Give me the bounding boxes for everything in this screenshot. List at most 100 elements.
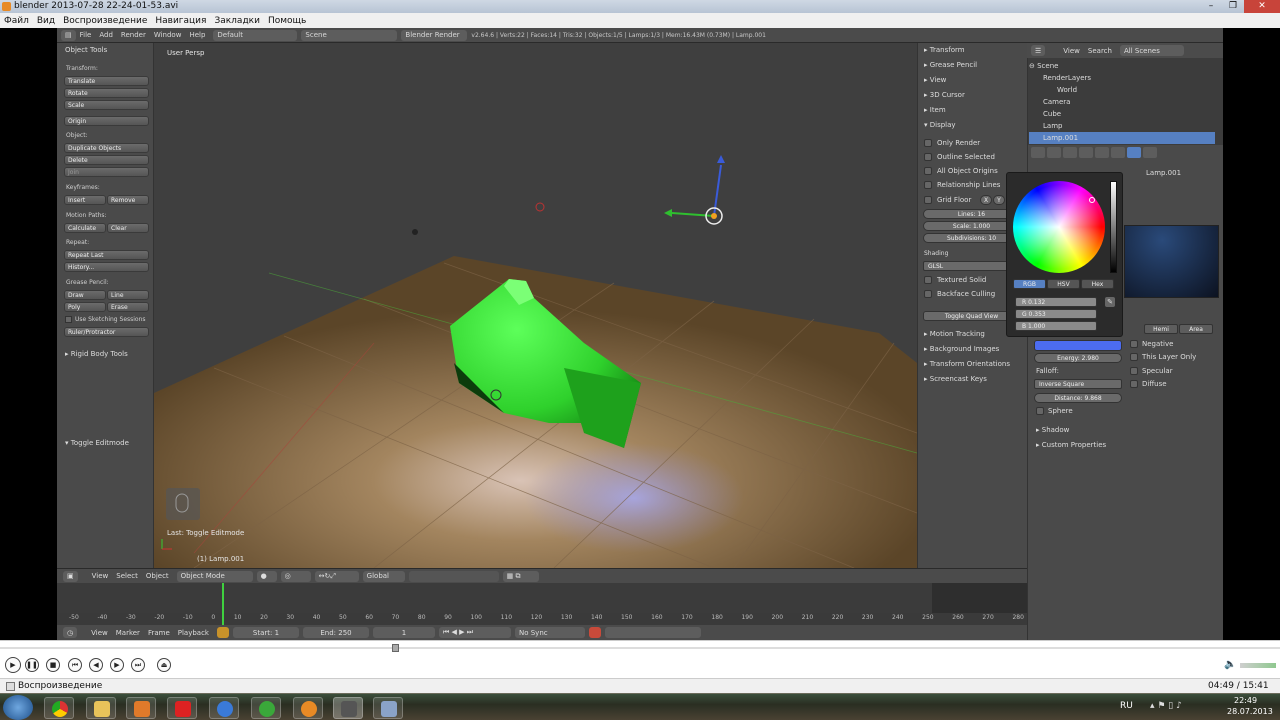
value-slider[interactable] xyxy=(1110,181,1117,273)
menu-bookmarks[interactable]: Закладки xyxy=(214,16,260,26)
object-menu[interactable]: Object xyxy=(146,572,169,580)
3d-cursor-panel[interactable]: ▸ 3D Cursor xyxy=(924,91,965,99)
3d-viewport[interactable]: User Persp Last: Toggle Editmode (1) Lam… xyxy=(154,43,917,568)
axis-y-toggle[interactable]: Y xyxy=(993,195,1005,205)
end-frame-field[interactable]: End: 250 xyxy=(302,627,369,638)
grid-floor-checkbox[interactable] xyxy=(924,196,932,204)
taskbar-video[interactable] xyxy=(333,697,363,719)
menu-view[interactable]: Вид xyxy=(37,16,55,26)
transform-panel[interactable]: ▸ Transform xyxy=(924,46,965,54)
outliner-view-menu[interactable]: View xyxy=(1063,47,1080,55)
object-tools-title[interactable]: Object Tools xyxy=(65,46,107,54)
insert-keyframe-button[interactable]: Insert xyxy=(64,195,106,205)
menu-file[interactable]: File xyxy=(80,31,92,39)
record-icon[interactable] xyxy=(588,627,601,638)
item-panel[interactable]: ▸ Item xyxy=(924,106,946,114)
green-value-field[interactable]: G 0.353 xyxy=(1015,309,1097,319)
outliner-row-renderlayers[interactable]: RenderLayers xyxy=(1029,72,1215,84)
menu-file[interactable]: Файл xyxy=(4,16,29,26)
falloff-select[interactable]: Inverse Square xyxy=(1034,379,1122,389)
constraints-tab-icon[interactable] xyxy=(1095,147,1109,158)
render-engine-select[interactable]: Blender Render xyxy=(401,29,468,41)
specular-checkbox[interactable] xyxy=(1130,367,1138,375)
history-button[interactable]: History... xyxy=(64,262,149,272)
scene-selector[interactable]: Scene xyxy=(301,29,398,41)
motion-tracking-panel[interactable]: ▸ Motion Tracking xyxy=(924,330,985,338)
backface-culling-checkbox[interactable] xyxy=(924,290,932,298)
layout-selector[interactable]: Default xyxy=(213,29,298,41)
current-frame-field[interactable]: 1 xyxy=(372,627,435,638)
orientation-select[interactable]: Global xyxy=(362,570,405,582)
minimize-button[interactable]: – xyxy=(1200,0,1222,13)
start-frame-field[interactable]: Start: 1 xyxy=(232,627,299,638)
timeline[interactable]: -50 -40 -30 -20 -10 0 10 20 30 40 50 60 … xyxy=(57,583,1027,625)
modifiers-tab-icon[interactable] xyxy=(1111,147,1125,158)
repeat-last-button[interactable]: Repeat Last xyxy=(64,250,149,260)
select-menu[interactable]: Select xyxy=(116,572,138,580)
transform-orientations-panel[interactable]: ▸ Transform Orientations xyxy=(924,360,1010,368)
calculate-button[interactable]: Calculate xyxy=(64,223,106,233)
volume-icon[interactable]: 🔈 xyxy=(1224,659,1236,670)
outliner-row-world[interactable]: World xyxy=(1029,84,1215,96)
outliner-row-cube[interactable]: Cube xyxy=(1029,108,1215,120)
view-panel[interactable]: ▸ View xyxy=(924,76,946,84)
only-render-checkbox[interactable] xyxy=(924,139,932,147)
translate-button[interactable]: Translate xyxy=(64,76,149,86)
menu-add[interactable]: Add xyxy=(99,31,113,39)
outline-selected-checkbox[interactable] xyxy=(924,153,932,161)
rotate-button[interactable]: Rotate xyxy=(64,88,149,98)
outliner-row-scene[interactable]: ⊖ Scene xyxy=(1029,60,1215,72)
previous-button[interactable]: ⏮ xyxy=(68,658,82,672)
delete-button[interactable]: Delete xyxy=(64,155,149,165)
grease-pencil-panel[interactable]: ▸ Grease Pencil xyxy=(924,61,977,69)
background-images-panel[interactable]: ▸ Background Images xyxy=(924,345,999,353)
forward-button[interactable]: ▶ xyxy=(110,658,124,672)
mode-select[interactable]: Object Mode xyxy=(176,570,253,582)
origin-button[interactable]: Origin xyxy=(64,116,149,126)
taskbar-screen[interactable] xyxy=(373,697,403,719)
close-button[interactable]: ✕ xyxy=(1244,0,1280,13)
clear-button[interactable]: Clear xyxy=(107,223,149,233)
menu-help[interactable]: Помощь xyxy=(268,16,306,26)
pause-button[interactable]: ❚❚ xyxy=(25,658,39,672)
stop-button[interactable]: ■ xyxy=(46,658,60,672)
display-panel[interactable]: ▾ Display xyxy=(924,121,956,129)
open-file-button[interactable]: ⏏ xyxy=(157,658,171,672)
playback-controls[interactable]: ⏮ ◀ ▶ ⏭ xyxy=(438,627,511,638)
render-tab-icon[interactable] xyxy=(1031,147,1045,158)
use-sketching-checkbox[interactable] xyxy=(65,316,72,323)
distance-field[interactable]: Distance: 9.868 xyxy=(1034,393,1122,403)
draw-button[interactable]: Draw xyxy=(64,290,106,300)
scale-button[interactable]: Scale xyxy=(64,100,149,110)
ruler-button[interactable]: Ruler/Protractor xyxy=(64,327,149,337)
hsv-tab[interactable]: HSV xyxy=(1047,279,1080,289)
editor-type-icon[interactable]: ◷ xyxy=(63,627,78,638)
seek-bar[interactable] xyxy=(0,647,1280,649)
negative-checkbox[interactable] xyxy=(1130,340,1138,348)
next-button[interactable]: ⏭ xyxy=(131,658,145,672)
outliner-row-lamp[interactable]: Lamp xyxy=(1029,120,1215,132)
timeline-view-menu[interactable]: View xyxy=(91,629,108,637)
volume-slider[interactable] xyxy=(1240,663,1276,668)
object-tab-icon[interactable] xyxy=(1079,147,1093,158)
toggle-editmode-panel[interactable]: ▾ Toggle Editmode xyxy=(65,439,129,447)
playback-menu[interactable]: Playback xyxy=(178,629,209,637)
lamp-type-hemi[interactable]: Hemi xyxy=(1144,324,1178,334)
custom-properties-panel[interactable]: ▸ Custom Properties xyxy=(1036,441,1106,449)
keying-set-field[interactable] xyxy=(604,627,701,638)
taskbar-utorrent[interactable] xyxy=(251,697,281,719)
poly-button[interactable]: Poly xyxy=(64,302,106,312)
seek-thumb[interactable] xyxy=(392,644,399,652)
rgb-tab[interactable]: RGB xyxy=(1013,279,1046,289)
preview-range-icon[interactable] xyxy=(216,627,229,638)
sphere-checkbox[interactable] xyxy=(1036,407,1044,415)
editor-type-icon[interactable]: ▤ xyxy=(61,29,76,41)
duplicate-objects-button[interactable]: Duplicate Objects xyxy=(64,143,149,153)
pivot-select-icon[interactable]: ◎ xyxy=(280,570,311,582)
taskbar-chrome[interactable] xyxy=(44,697,74,719)
frame-menu[interactable]: Frame xyxy=(148,629,170,637)
lamp-color-swatch[interactable] xyxy=(1034,340,1122,351)
tray-icons[interactable]: ▴ ⚑ ▯ ♪ xyxy=(1150,701,1182,711)
layer-buttons[interactable] xyxy=(408,570,499,582)
language-indicator[interactable]: RU xyxy=(1120,701,1133,711)
